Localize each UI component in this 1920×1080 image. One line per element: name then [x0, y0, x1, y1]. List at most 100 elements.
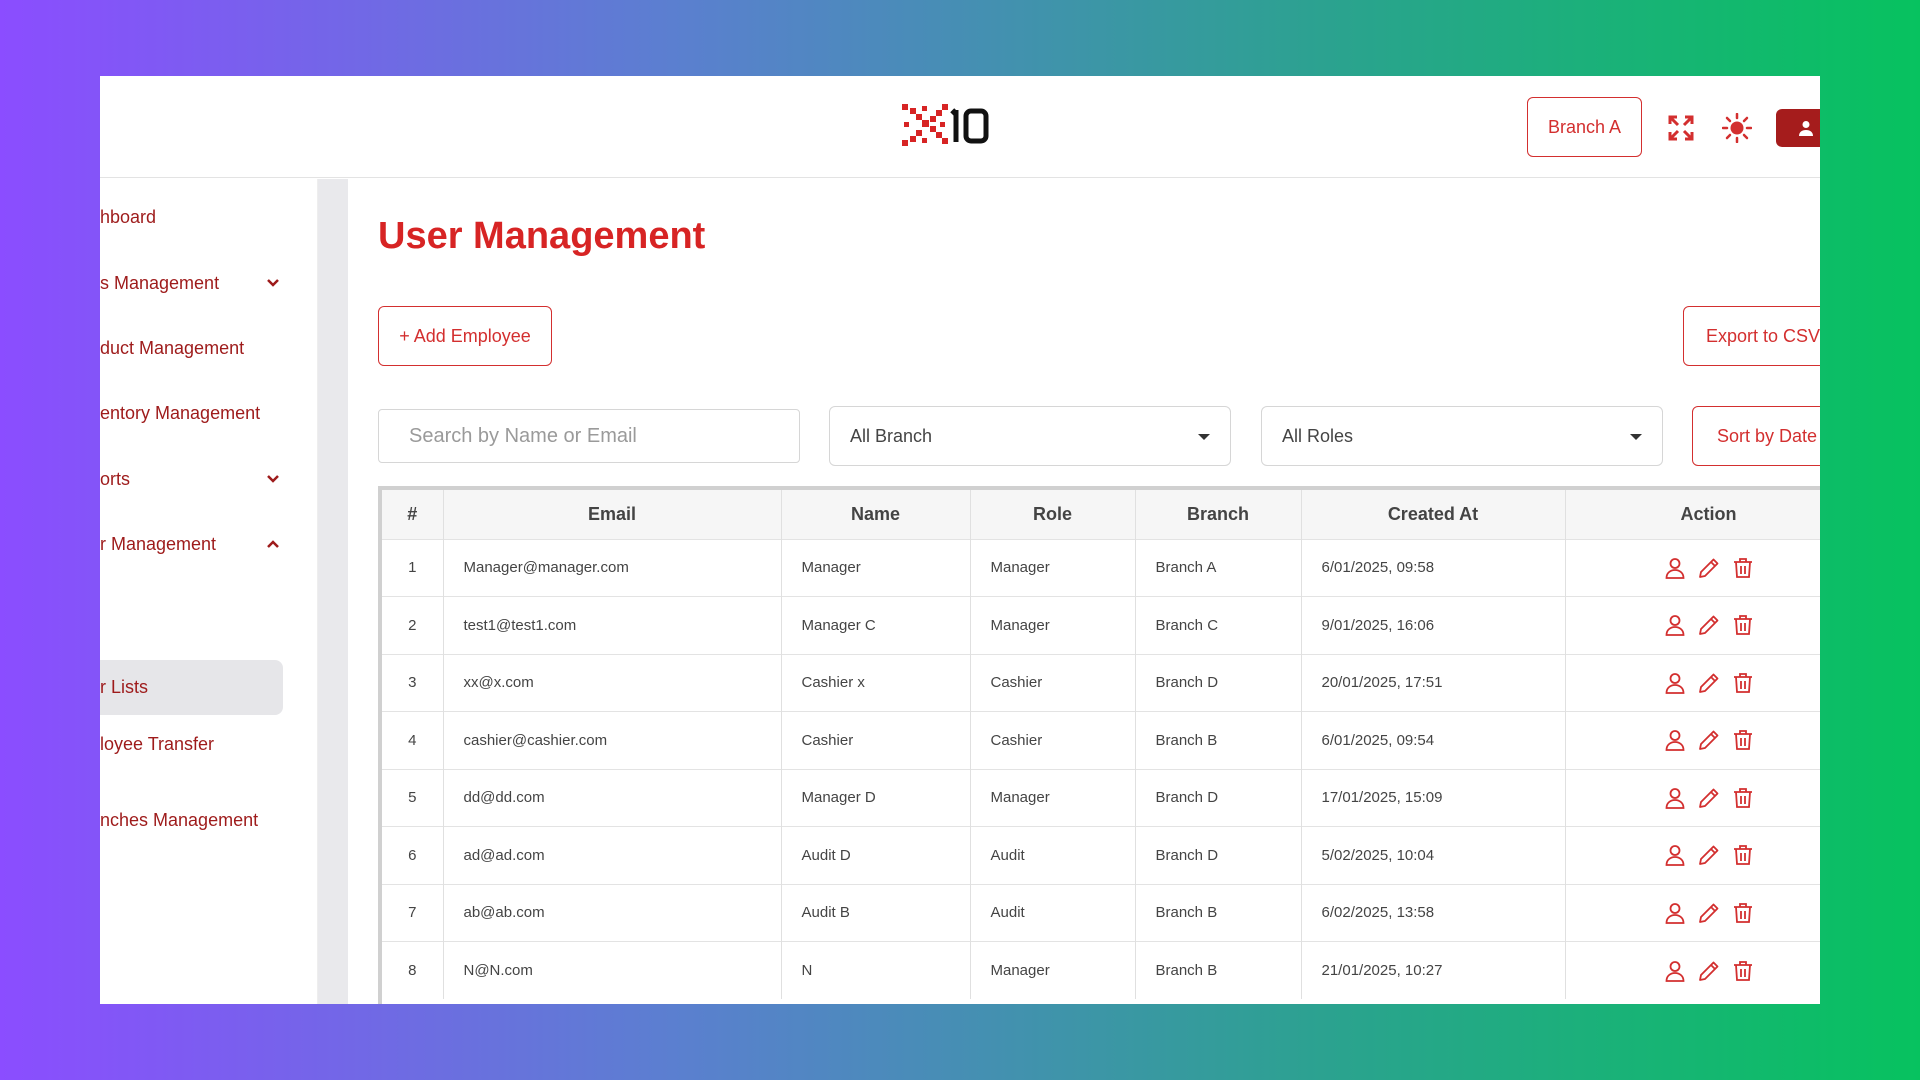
column-header[interactable]: Role: [970, 490, 1136, 539]
role-cell: Manager: [970, 768, 1136, 827]
edit-pencil-icon[interactable]: [1697, 671, 1721, 695]
delete-trash-icon[interactable]: [1731, 786, 1755, 810]
delete-trash-icon[interactable]: [1731, 671, 1755, 695]
branch-cell: Branch D: [1135, 826, 1302, 884]
export-csv-button[interactable]: Export to CSV: [1683, 306, 1820, 366]
top-bar: Branch A: [100, 76, 1820, 178]
add-employee-button[interactable]: + Add Employee: [378, 306, 552, 366]
created-at-cell: 17/01/2025, 15:09: [1301, 768, 1566, 827]
email-cell: cashier@cashier.com: [443, 711, 782, 769]
delete-trash-icon[interactable]: [1731, 959, 1755, 983]
sort-by-date-button[interactable]: Sort by Date: [1692, 406, 1820, 466]
email-cell: ab@ab.com: [443, 883, 782, 942]
view-user-icon[interactable]: [1663, 901, 1687, 925]
row-number: 6: [382, 826, 444, 884]
delete-trash-icon[interactable]: [1731, 613, 1755, 637]
table-row: 8 N@N.com N Manager Branch B 21/01/2025, 10:2…: [382, 941, 1820, 999]
role-cell: Cashier: [970, 653, 1136, 712]
view-user-icon[interactable]: [1663, 786, 1687, 810]
sidebar-item-label: hboard: [100, 206, 157, 227]
branch-cell: Branch C: [1135, 596, 1302, 654]
fullscreen-icon[interactable]: [1666, 113, 1696, 143]
edit-pencil-icon[interactable]: [1697, 728, 1721, 752]
name-cell: Cashier: [781, 711, 971, 769]
view-user-icon[interactable]: [1663, 671, 1687, 695]
user-menu-button[interactable]: [1776, 109, 1820, 147]
sidebar-item-reports[interactable]: orts: [100, 459, 300, 499]
name-cell: Audit D: [781, 826, 971, 884]
sidebar-item-label: nches Management: [100, 809, 259, 830]
table-row: 4 cashier@cashier.com Cashier Cashier Branch…: [382, 711, 1820, 769]
view-user-icon[interactable]: [1663, 613, 1687, 637]
sidebar-item-product-management[interactable]: duct Management: [100, 328, 300, 368]
caret-down-icon: [1630, 434, 1642, 440]
sidebar-item-user-lists[interactable]: r Lists: [100, 660, 283, 715]
role-cell: Cashier: [970, 711, 1136, 769]
column-header[interactable]: #: [382, 490, 444, 539]
sidebar-item-label: r Lists: [100, 677, 149, 697]
edit-pencil-icon[interactable]: [1697, 959, 1721, 983]
caret-down-icon: [1198, 434, 1210, 440]
action-cell: [1565, 596, 1820, 654]
edit-pencil-icon[interactable]: [1697, 556, 1721, 580]
sidebar-item-employee-transfer[interactable]: loyee Transfer: [100, 724, 300, 764]
chevron-down-icon: [267, 475, 279, 483]
search-input[interactable]: [378, 409, 800, 463]
action-cell: [1565, 883, 1820, 942]
roles-filter-select[interactable]: All Roles: [1261, 406, 1663, 466]
branch-cell: Branch B: [1135, 941, 1302, 999]
table-row: 1 Manager@manager.com Manager Manager Branch…: [382, 538, 1820, 597]
view-user-icon[interactable]: [1663, 843, 1687, 867]
roles-filter-value: All Roles: [1282, 425, 1354, 446]
column-header: Action: [1565, 490, 1820, 539]
view-user-icon[interactable]: [1663, 556, 1687, 580]
email-cell: test1@test1.com: [443, 596, 782, 654]
users-table: # Email Name Role Branch Created At Acti…: [378, 486, 1820, 1004]
edit-pencil-icon[interactable]: [1697, 843, 1721, 867]
email-cell: dd@dd.com: [443, 768, 782, 827]
action-cell: [1565, 711, 1820, 769]
role-cell: Manager: [970, 941, 1136, 999]
column-header[interactable]: Branch: [1135, 490, 1302, 539]
delete-trash-icon[interactable]: [1731, 901, 1755, 925]
action-cell: [1565, 538, 1820, 597]
created-at-cell: 6/01/2025, 09:58: [1301, 538, 1566, 597]
row-number: 4: [382, 711, 444, 769]
branch-cell: Branch B: [1135, 711, 1302, 769]
branch-filter-select[interactable]: All Branch: [829, 406, 1231, 466]
delete-trash-icon[interactable]: [1731, 843, 1755, 867]
created-at-cell: 6/02/2025, 13:58: [1301, 883, 1566, 942]
name-cell: Manager C: [781, 596, 971, 654]
sidebar-item-inventory-management[interactable]: entory Management: [100, 393, 300, 433]
edit-pencil-icon[interactable]: [1697, 786, 1721, 810]
column-header[interactable]: Email: [443, 490, 782, 539]
table-row: 2 test1@test1.com Manager C Manager Branch C…: [382, 596, 1820, 654]
sidebar-item-user-management[interactable]: r Management: [100, 524, 300, 564]
sidebar-item-dashboard[interactable]: hboard: [100, 197, 300, 237]
sidebar-item-label: duct Management: [100, 337, 245, 358]
role-cell: Manager: [970, 538, 1136, 597]
delete-trash-icon[interactable]: [1731, 556, 1755, 580]
table-header-row: # Email Name Role Branch Created At Acti…: [382, 490, 1820, 539]
page-title: User Management: [378, 215, 706, 257]
action-cell: [1565, 653, 1820, 712]
row-number: 3: [382, 653, 444, 712]
edit-pencil-icon[interactable]: [1697, 901, 1721, 925]
branch-selector-button[interactable]: Branch A: [1527, 97, 1642, 157]
edit-pencil-icon[interactable]: [1697, 613, 1721, 637]
view-user-icon[interactable]: [1663, 728, 1687, 752]
sidebar-item-sales-management[interactable]: s Management: [100, 263, 300, 303]
role-cell: Manager: [970, 596, 1136, 654]
delete-trash-icon[interactable]: [1731, 728, 1755, 752]
created-at-cell: 9/01/2025, 16:06: [1301, 596, 1566, 654]
view-user-icon[interactable]: [1663, 959, 1687, 983]
row-number: 1: [382, 538, 444, 597]
name-cell: Audit B: [781, 883, 971, 942]
table-row: 3 xx@x.com Cashier x Cashier Branch D 20/01/2…: [382, 653, 1820, 712]
row-number: 8: [382, 941, 444, 999]
sidebar: hboard s Management duct Management ento…: [100, 179, 318, 1004]
column-header[interactable]: Name: [781, 490, 971, 539]
column-header[interactable]: Created At: [1301, 490, 1566, 539]
sun-icon[interactable]: [1722, 113, 1752, 143]
sidebar-item-branches-management[interactable]: nches Management: [100, 800, 300, 840]
